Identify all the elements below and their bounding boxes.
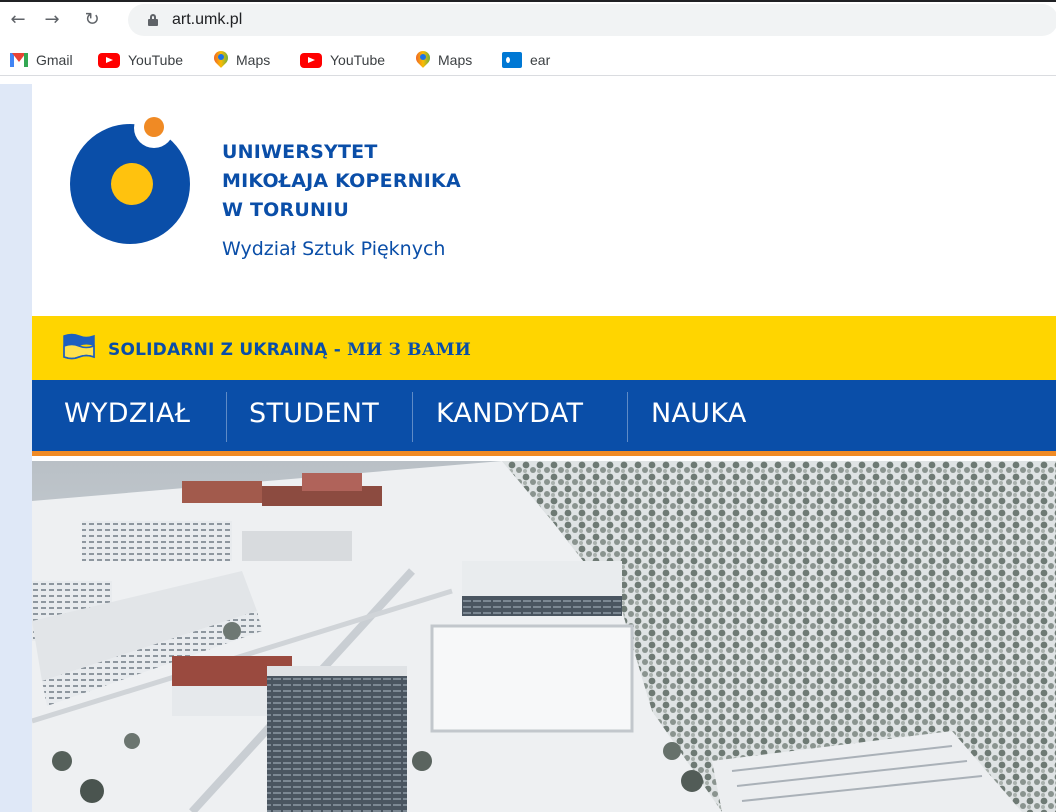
bookmark-maps[interactable]: Maps [211,48,271,70]
nav-divider [627,392,628,442]
address-bar-row: ← → ↻ art.umk.pl [0,2,1056,38]
bookmark-youtube[interactable]: YouTube [98,50,183,70]
university-name-line: W TORUNIU [222,199,349,221]
bookmark-maps[interactable]: Maps [413,48,473,70]
campus-winter-aerial-photo [32,461,1056,812]
youtube-icon [98,52,120,68]
nav-item-student[interactable]: STUDENT [249,398,379,429]
maps-icon [211,48,231,69]
youtube-icon [300,52,322,68]
browser-window: ← → ↻ art.umk.pl Gmail YouTube Maps YouT… [0,0,1056,812]
url-text[interactable]: art.umk.pl [172,11,242,29]
university-logo[interactable] [70,112,200,282]
university-name[interactable]: UNIWERSYTET MIKOŁAJA KOPERNIKA W TORUNIU [222,138,461,225]
gmail-icon [10,53,28,67]
banner-text-polish: SOLIDARNI Z UKRAINĄ [108,340,328,360]
nav-item-nauka[interactable]: NAUKA [651,398,747,429]
web-page: UNIWERSYTET MIKOŁAJA KOPERNIKA W TORUNIU… [0,84,1056,812]
bookmark-label: YouTube [330,52,386,68]
lock-icon[interactable] [148,14,158,26]
ukraine-banner-text[interactable]: SOLIDARNI Z UKRAINĄ - МИ З ВАМИ [108,340,471,360]
bookmark-label: ear [530,52,551,68]
reload-icon[interactable]: ↻ [80,8,104,32]
address-bar[interactable]: art.umk.pl [128,4,1056,36]
banner-dash: - [327,340,348,360]
bookmark-outlook[interactable]: ear [502,50,550,70]
nav-item-wydzial[interactable]: WYDZIAŁ [64,398,190,429]
nav-divider [226,392,227,442]
bookmark-gmail[interactable]: Gmail [10,50,73,70]
bookmark-youtube[interactable]: YouTube [300,50,385,70]
back-arrow-icon[interactable]: ← [6,8,30,32]
bookmark-label: YouTube [128,52,184,68]
outlook-icon [502,52,522,68]
bookmarks-bar: Gmail YouTube Maps YouTube Maps ear [0,44,1056,76]
university-name-line: UNIWERSYTET [222,141,378,163]
faculty-name[interactable]: Wydział Sztuk Pięknych [222,238,445,260]
bookmark-label: Gmail [36,52,73,68]
banner-text-ukrainian: МИ З ВАМИ [347,340,472,360]
bookmark-label: Maps [438,52,473,68]
forward-arrow-icon[interactable]: → [40,8,64,32]
bookmark-label: Maps [236,52,271,68]
maps-icon [413,48,433,69]
main-navigation: WYDZIAŁ STUDENT KANDYDAT NAUKA [32,380,1056,456]
university-name-line: MIKOŁAJA KOPERNIKA [222,170,461,192]
nav-item-kandydat[interactable]: KANDYDAT [436,398,583,429]
page-margin [0,84,32,812]
nav-divider [412,392,413,442]
ukraine-flag-icon [63,333,95,360]
